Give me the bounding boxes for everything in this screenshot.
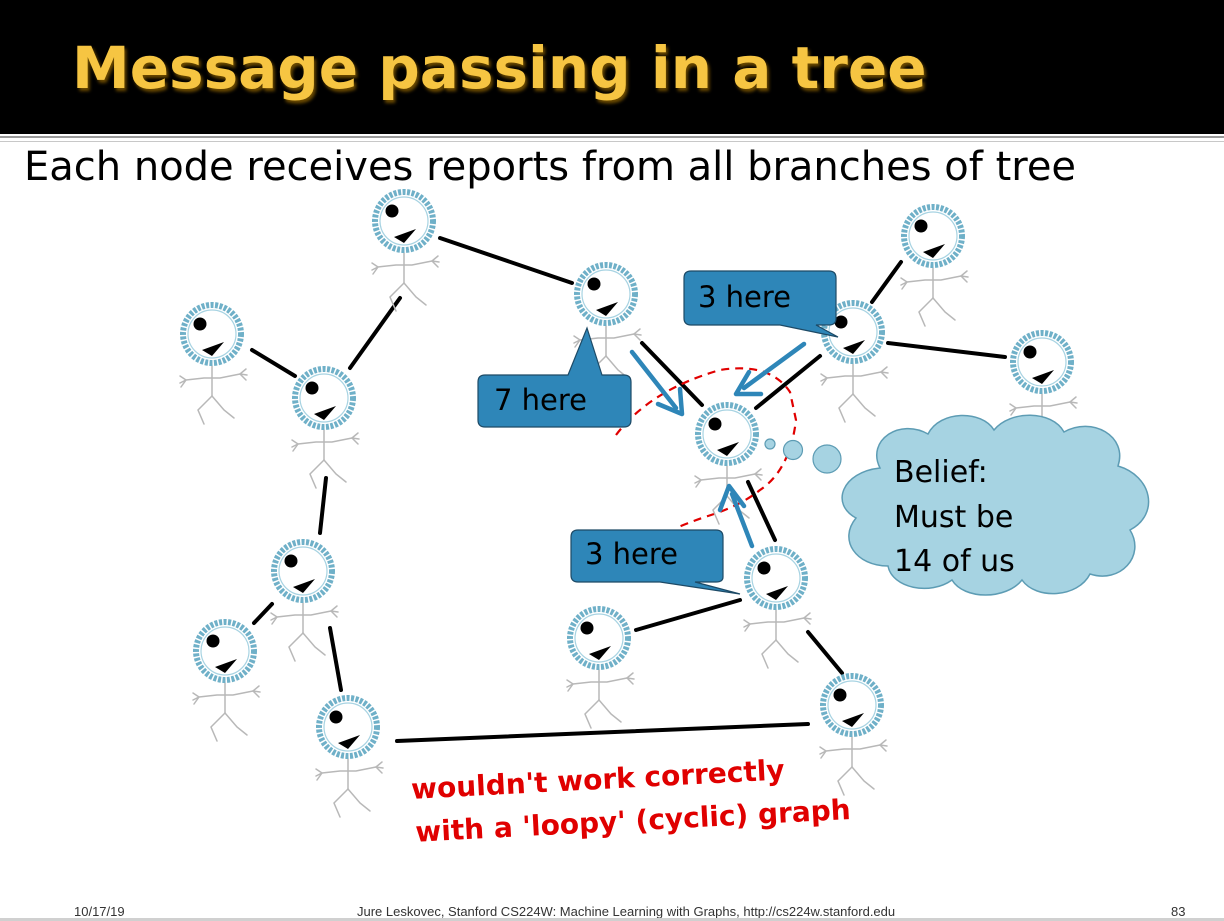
- footer-credit: Jure Leskovec, Stanford CS224W: Machine …: [357, 904, 896, 919]
- person-node: [292, 369, 359, 488]
- belief-line-2: Must be: [894, 500, 1013, 535]
- person-node: [180, 305, 247, 424]
- person-node: [744, 549, 811, 668]
- belief-cloud: Belief: Must be 14 of us: [841, 414, 1150, 596]
- person-node: [901, 207, 968, 326]
- person-node: [271, 542, 338, 661]
- callout-three-top-text: 3 here: [698, 280, 791, 314]
- callout-three-bottom-text: 3 here: [585, 537, 678, 571]
- callout-three-bottom: 3 here: [570, 529, 741, 595]
- person-node: [316, 698, 383, 817]
- belief-line-1: Belief:: [894, 455, 988, 490]
- person-node: [193, 622, 260, 741]
- person-node: [372, 192, 439, 311]
- loopy-note: wouldn't work correctly with a 'loopy' (…: [410, 753, 851, 848]
- callout-seven-text: 7 here: [494, 383, 587, 417]
- page-number: 83: [1171, 904, 1186, 919]
- callout-three-top: 3 here: [683, 270, 839, 338]
- callout-seven: 7 here: [477, 326, 632, 428]
- person-node: [695, 405, 762, 524]
- loopy-note-line-1: wouldn't work correctly: [410, 753, 785, 806]
- belief-line-3: 14 of us: [894, 544, 1015, 579]
- person-node: [820, 676, 887, 795]
- footer-date: 10/17/19: [74, 904, 125, 919]
- person-node: [567, 609, 634, 728]
- tree-diagram: 7 here 3 here 3 here Belief: Must be 14 …: [0, 0, 1150, 849]
- thought-dots: [764, 438, 842, 474]
